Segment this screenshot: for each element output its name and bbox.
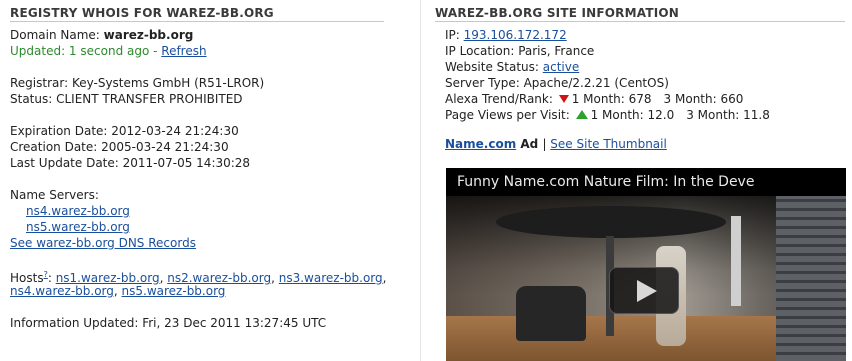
- site-thumbnail-link[interactable]: See Site Thumbnail: [550, 137, 667, 151]
- website-status-label: Website Status:: [445, 60, 543, 74]
- host-link-ns5[interactable]: ns5.warez-bb.org: [122, 284, 226, 298]
- alexa-label: Alexa Trend/Rank:: [445, 92, 557, 106]
- refresh-link[interactable]: Refresh: [161, 44, 206, 58]
- registrar: Registrar: Key-Systems GmbH (R51-LROR): [10, 76, 265, 90]
- hosts-row-2: ns4.warez-bb.org, ns5.warez-bb.org: [10, 284, 226, 298]
- alexa-row: Alexa Trend/Rank: 1 Month: 678 3 Month: 6…: [445, 91, 743, 107]
- domain-status: Status: CLIENT TRANSFER PROHIBITED: [10, 92, 243, 106]
- updated-row: Updated: 1 second ago - Refresh: [10, 43, 207, 59]
- whois-panel: REGISTRY WHOIS FOR WAREZ-BB.ORG Domain N…: [0, 0, 420, 361]
- pageviews-row: Page Views per Visit: 1 Month: 12.0 3 Mon…: [445, 107, 770, 123]
- pageviews-1-month: 1 Month: 12.0: [590, 108, 675, 122]
- alexa-3-month: 3 Month: 660: [663, 92, 744, 106]
- expiration-date: Expiration Date: 2012-03-24 21:24:30: [10, 124, 239, 138]
- ip-link[interactable]: 193.106.172.172: [464, 28, 567, 42]
- ad-row: Name.com Ad | See Site Thumbnail: [445, 136, 667, 152]
- last-update-date: Last Update Date: 2011-07-05 14:30:28: [10, 156, 251, 170]
- website-status-row: Website Status: active: [445, 59, 579, 75]
- updated-text: Updated: 1 second ago -: [10, 44, 162, 58]
- site-info-title: WAREZ-BB.ORG SITE INFORMATION: [435, 6, 680, 20]
- video-player[interactable]: Funny Name.com Nature Film: In the Deve: [446, 168, 846, 361]
- video-title[interactable]: Funny Name.com Nature Film: In the Deve: [446, 168, 846, 196]
- dns-records-row: See warez-bb.org DNS Records: [10, 235, 196, 251]
- ip-row: IP: 193.106.172.172: [445, 27, 567, 43]
- server-type: Server Type: Apache/2.2.21 (CentOS): [445, 76, 669, 90]
- whois-title-rule: [10, 21, 384, 22]
- domain-name-value: warez-bb.org: [103, 28, 194, 42]
- play-button[interactable]: [609, 267, 679, 314]
- name-server-item: ns5.warez-bb.org: [26, 219, 130, 235]
- host-link-ns4[interactable]: ns4.warez-bb.org: [10, 284, 114, 298]
- dns-records-link[interactable]: See warez-bb.org DNS Records: [10, 236, 196, 250]
- ip-location: IP Location: Paris, France: [445, 44, 595, 58]
- down-arrow-icon: [558, 94, 569, 103]
- up-arrow-icon: [575, 109, 588, 119]
- alexa-1-month: 1 Month: 678: [571, 92, 652, 106]
- play-icon: [637, 280, 657, 302]
- site-info-title-rule: [435, 21, 845, 22]
- creation-date: Creation Date: 2005-03-24 21:24:30: [10, 140, 229, 154]
- name-server-link-ns4[interactable]: ns4.warez-bb.org: [26, 204, 130, 218]
- domain-name-row: Domain Name: warez-bb.org: [10, 27, 193, 43]
- domain-name-label: Domain Name:: [10, 28, 104, 42]
- ad-label: Ad: [516, 137, 543, 151]
- ip-label: IP:: [445, 28, 464, 42]
- name-server-link-ns5[interactable]: ns5.warez-bb.org: [26, 220, 130, 234]
- pageviews-label: Page Views per Visit:: [445, 108, 574, 122]
- namecom-ad-link[interactable]: Name.com: [445, 137, 516, 151]
- website-status-link[interactable]: active: [543, 60, 579, 74]
- name-servers-label: Name Servers:: [10, 188, 99, 202]
- pageviews-3-month: 3 Month: 11.8: [686, 108, 770, 122]
- site-info-panel: WAREZ-BB.ORG SITE INFORMATION IP: 193.10…: [421, 0, 852, 361]
- host-link-ns3[interactable]: ns3.warez-bb.org: [279, 271, 383, 285]
- name-server-item: ns4.warez-bb.org: [26, 203, 130, 219]
- information-updated: Information Updated: Fri, 23 Dec 2011 13…: [10, 316, 327, 330]
- whois-title: REGISTRY WHOIS FOR WAREZ-BB.ORG: [10, 6, 274, 20]
